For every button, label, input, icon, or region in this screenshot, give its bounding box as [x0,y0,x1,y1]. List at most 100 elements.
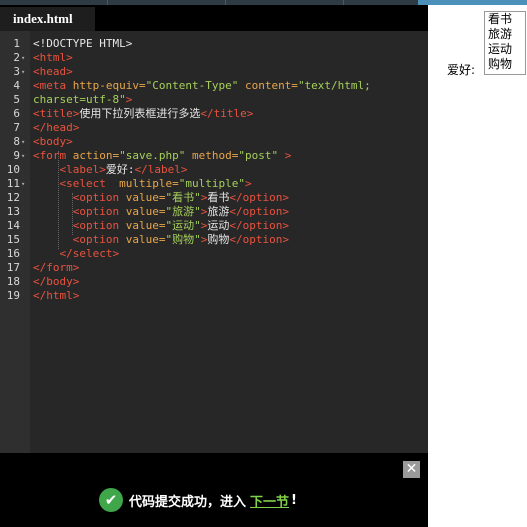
fold-arrow-icon[interactable]: ▾ [21,135,28,149]
code-token: > [125,93,133,106]
code-token: </head> [33,121,80,134]
code-token: </title> [200,107,254,120]
code-token: </option> [229,233,289,246]
code-area[interactable]: 1 2 ▾ 3 ▾ 4 5 6 7 8 ▾ 9 ▾ 10 11 ▾ 12 13 14 15 16 17 18 19 <!DOC… [0,31,428,453]
code-line: <meta http-equiv="Content-Type" content=… [33,79,371,93]
code-line: </form> [33,261,79,275]
hobby-multi-select[interactable]: 看书 旅游 运动 购物 [484,11,526,75]
code-token: </option> [229,219,289,232]
line-number: 2 [13,51,20,64]
code-token: value= [125,219,166,232]
code-token: </option> [229,191,289,204]
hobby-option[interactable]: 看书 [485,12,525,27]
code-token: "旅游" [165,205,201,218]
line-number: 13 [6,205,20,218]
code-token: "post" [238,149,279,162]
success-suffix: ! [291,492,297,508]
code-line: <option value="购物">购物</option> [33,233,289,247]
line-number: 10 [6,163,20,176]
code-token: charset=utf-8" [33,93,126,106]
code-token: multiple= [119,177,179,190]
code-token: "save.php" [119,149,186,162]
code-token: method= [185,149,239,162]
next-section-link[interactable]: 下一节 [250,491,289,510]
fold-arrow-icon[interactable]: ▾ [21,149,28,163]
code-token: <label> [59,163,106,176]
code-token: <body> [33,135,73,148]
code-line: charset=utf-8"> [33,93,132,107]
line-number: 15 [6,233,20,246]
line-number: 12 [6,191,20,204]
code-token: 旅游 [207,205,230,218]
feedback-bar: ✕ ✔ 代码提交成功，进入 下一节 ! [0,453,428,527]
code-token: <!DOCTYPE HTML> [33,37,133,50]
fold-arrow-icon[interactable]: ▾ [21,65,28,79]
hobby-option[interactable]: 旅游 [485,27,525,42]
code-token: "Content-Type" [145,79,239,92]
code-line: <form action="save.php" method="post" > [33,149,291,163]
code-token: http-equiv= [72,79,146,92]
editor-tab-bar: index.html [0,5,428,31]
line-number: 18 [6,275,20,288]
code-line: <html> [33,51,73,65]
code-token: "看书" [165,191,201,204]
check-icon: ✔ [99,488,123,512]
success-message: ✔ 代码提交成功，进入 下一节 ! [99,488,299,512]
code-token: </option> [229,205,289,218]
code-token: value= [125,191,166,204]
code-token: "运动" [165,219,201,232]
code-token: content= [238,79,298,92]
close-icon[interactable]: ✕ [403,461,420,478]
code-line: <body> [33,135,73,149]
code-line: <!DOCTYPE HTML> [33,37,132,51]
code-token: <head> [33,65,73,78]
code-token: </select> [59,247,120,260]
code-token: "multiple" [178,177,245,190]
line-number: 6 [13,107,20,120]
code-line: </html> [33,289,79,303]
code-token: </label> [134,163,188,176]
code-line: <title>使用下拉列表框进行多选</title> [33,107,253,121]
line-number: 16 [6,247,20,260]
success-text: 代码提交成功，进入 [129,494,247,510]
code-line: </select> [33,247,120,261]
indent-guide [72,193,73,235]
code-token: 看书 [207,191,230,204]
line-number: 3 [13,65,20,78]
code-token: </form> [33,261,80,274]
line-number: 7 [13,121,20,134]
code-token: <option [72,233,126,246]
indent-guide [58,151,59,249]
line-number: 11 [6,177,20,190]
code-token: action= [72,149,120,162]
code-token: 购物 [207,233,230,246]
code-line: </head> [33,121,79,135]
line-number: 14 [6,219,20,232]
code-token: <option [72,205,126,218]
file-tab-index-html[interactable]: index.html [0,7,95,31]
line-number: 1 [13,37,20,50]
line-number: 4 [13,79,20,92]
code-token: <select [59,177,120,190]
code-token: <meta [33,79,73,92]
code-token: <form [33,149,73,162]
code-token: > [244,177,252,190]
code-token: <html> [33,51,73,64]
hobby-option[interactable]: 运动 [485,42,525,57]
code-line: </body> [33,275,79,289]
code-editor: index.html 1 2 ▾ 3 ▾ 4 5 6 7 8 ▾ 9 ▾ 10 11 ▾ 12 13 14 15 16 1… [0,5,428,453]
line-number: 17 [6,261,20,274]
code-token: 使用下拉列表框进行多选 [79,107,201,120]
fold-arrow-icon[interactable]: ▾ [21,51,28,65]
fold-arrow-icon[interactable]: ▾ [21,177,28,191]
hobby-option[interactable]: 购物 [485,57,525,72]
code-token: value= [125,205,166,218]
code-line: <head> [33,65,73,79]
